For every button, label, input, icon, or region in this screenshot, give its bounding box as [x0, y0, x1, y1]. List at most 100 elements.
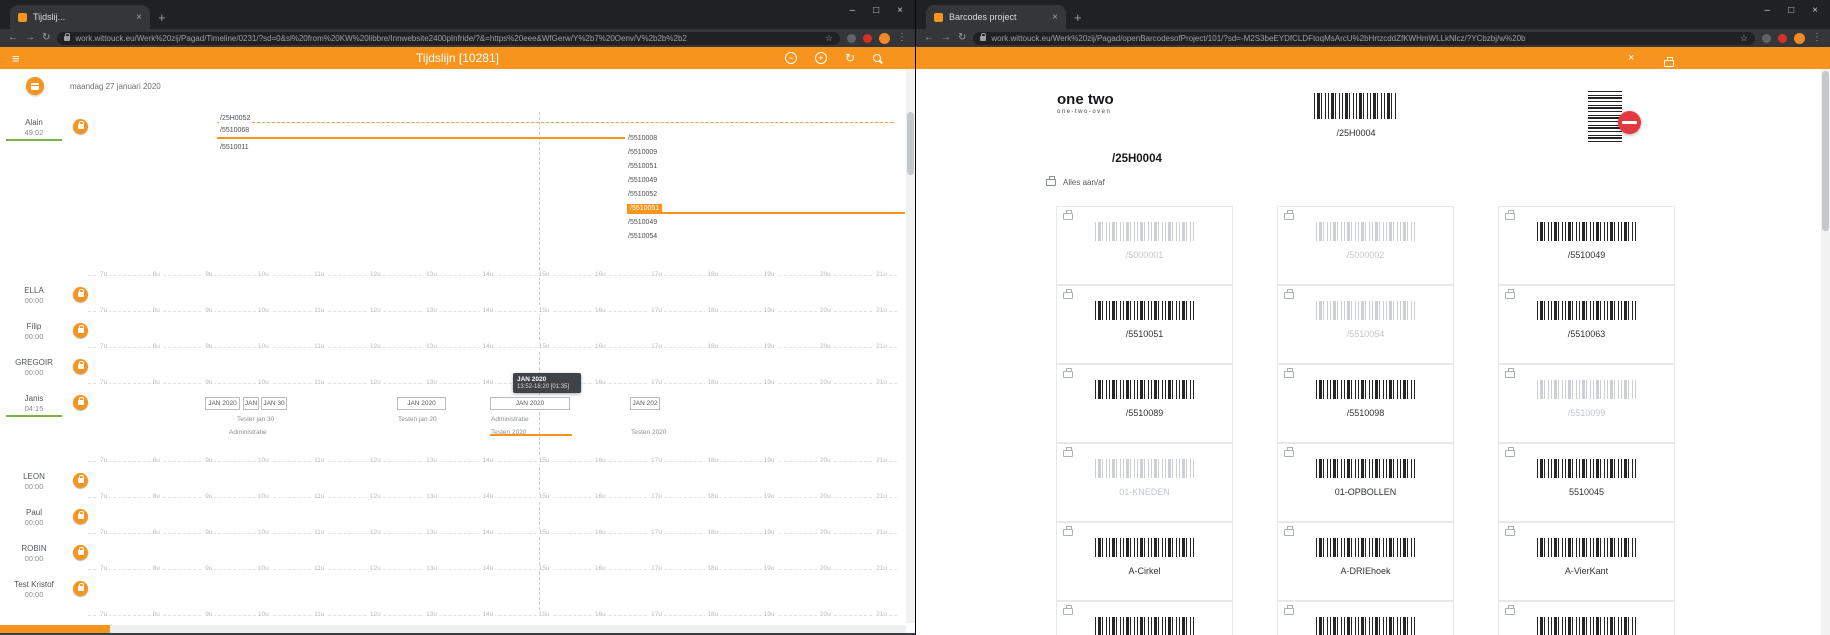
- task-box[interactable]: JAN 30: [261, 397, 287, 410]
- select-all-toggle[interactable]: Alles aan/af: [1046, 176, 1105, 187]
- barcode-card[interactable]: /5510089: [1056, 364, 1233, 443]
- back-button[interactable]: ←: [924, 33, 934, 43]
- hamburger-menu-icon[interactable]: ≡: [12, 52, 20, 65]
- printer-icon[interactable]: [1505, 447, 1515, 457]
- printer-icon[interactable]: [1505, 605, 1515, 615]
- printer-icon[interactable]: [1063, 447, 1073, 457]
- zoom-out-button[interactable]: −: [784, 52, 797, 64]
- scrollbar-thumb[interactable]: [1822, 71, 1829, 231]
- task-label[interactable]: /5510054: [627, 232, 659, 242]
- close-button[interactable]: ×: [897, 6, 903, 16]
- barcode-card[interactable]: /5510098: [1277, 364, 1454, 443]
- search-icon[interactable]: [873, 54, 881, 62]
- printer-icon[interactable]: [1063, 210, 1073, 220]
- printer-icon[interactable]: [1284, 447, 1294, 457]
- zoom-in-button[interactable]: +: [814, 52, 827, 64]
- task-box[interactable]: JAN 2020: [205, 397, 240, 410]
- printer-icon[interactable]: [1063, 605, 1073, 615]
- profile-avatar[interactable]: [1794, 32, 1805, 44]
- task-label[interactable]: /5510051: [627, 162, 659, 172]
- horizontal-scrollbar[interactable]: [0, 625, 906, 633]
- refresh-button[interactable]: ↻: [845, 52, 855, 64]
- bookmark-star-icon[interactable]: ☆: [825, 33, 833, 44]
- barcode-card[interactable]: /5000002: [1277, 206, 1454, 285]
- extension-icon[interactable]: [1762, 33, 1771, 43]
- barcode-card[interactable]: /5510049: [1498, 206, 1675, 285]
- extension-icon[interactable]: [847, 33, 856, 43]
- printer-icon[interactable]: [1505, 368, 1515, 378]
- printer-icon[interactable]: [1284, 289, 1294, 299]
- browser-tab[interactable]: Tijdslij... ×: [10, 5, 150, 29]
- minimize-button[interactable]: –: [850, 6, 856, 16]
- person-badge-button[interactable]: [73, 473, 88, 488]
- person-badge-button[interactable]: [73, 545, 88, 560]
- barcode-card[interactable]: /5510063: [1498, 285, 1675, 364]
- vertical-scrollbar[interactable]: [1821, 69, 1830, 635]
- barcode-card[interactable]: 5510045: [1498, 443, 1675, 522]
- task-box[interactable]: JAN 202: [630, 397, 660, 410]
- maximize-button[interactable]: □: [873, 6, 879, 16]
- scrollbar-thumb[interactable]: [907, 112, 914, 175]
- person-badge-button[interactable]: [73, 359, 88, 374]
- barcode-card[interactable]: [1056, 601, 1233, 635]
- printer-icon[interactable]: [1063, 289, 1073, 299]
- new-tab-button[interactable]: +: [158, 10, 166, 25]
- minimize-button[interactable]: –: [1765, 6, 1771, 16]
- stop-badge[interactable]: [1618, 111, 1641, 134]
- close-panel-icon[interactable]: ×: [1628, 52, 1634, 64]
- new-tab-button[interactable]: +: [1074, 10, 1082, 25]
- person-badge-button[interactable]: [73, 509, 88, 524]
- barcode-card[interactable]: /5000001: [1056, 206, 1233, 285]
- bookmark-star-icon[interactable]: ☆: [1740, 33, 1748, 44]
- printer-icon[interactable]: [1505, 526, 1515, 536]
- person-badge-button[interactable]: [73, 287, 88, 302]
- barcode-card[interactable]: A-VierKant: [1498, 522, 1675, 601]
- task-label[interactable]: /5510011: [219, 143, 250, 153]
- task-label[interactable]: /5510049: [627, 218, 659, 228]
- barcode-card[interactable]: [1498, 601, 1675, 635]
- scrollbar-thumb[interactable]: [0, 625, 110, 633]
- forward-button[interactable]: →: [941, 33, 951, 43]
- tab-close-icon[interactable]: ×: [1052, 12, 1058, 23]
- browser-menu-icon[interactable]: ⋮: [897, 33, 907, 43]
- barcode-card[interactable]: A-Cirkel: [1056, 522, 1233, 601]
- barcode-card[interactable]: /5510051: [1056, 285, 1233, 364]
- close-button[interactable]: ×: [1812, 6, 1818, 16]
- task-box[interactable]: JAN: [243, 397, 259, 410]
- printer-icon[interactable]: [1063, 526, 1073, 536]
- address-bar[interactable]: work.wittouck.eu/Werk%20zij/Pagad/Timeli…: [57, 31, 840, 45]
- task-label[interactable]: /5510068: [219, 126, 251, 136]
- printer-icon[interactable]: [1063, 368, 1073, 378]
- person-badge-button[interactable]: [73, 581, 88, 596]
- calendar-button[interactable]: [26, 77, 44, 95]
- address-bar[interactable]: work.wittouck.eu/Werk%20zij/Pagad/openBa…: [973, 31, 1755, 45]
- printer-icon[interactable]: [1284, 368, 1294, 378]
- task-box[interactable]: JAN 2020: [397, 397, 446, 410]
- profile-avatar[interactable]: [879, 32, 890, 44]
- vertical-scrollbar[interactable]: [906, 69, 915, 623]
- printer-icon[interactable]: [1505, 289, 1515, 299]
- task-label[interactable]: /5510052: [627, 190, 659, 200]
- barcode-card[interactable]: A-DRIEhoek: [1277, 522, 1454, 601]
- browser-menu-icon[interactable]: ⋮: [1812, 33, 1822, 43]
- barcode-card[interactable]: /5510099: [1498, 364, 1675, 443]
- barcode-card[interactable]: /5510054: [1277, 285, 1454, 364]
- back-button[interactable]: ←: [8, 33, 18, 43]
- browser-tab[interactable]: Barcodes project ×: [926, 5, 1066, 29]
- printer-icon[interactable]: [1284, 605, 1294, 615]
- extension-icon[interactable]: [863, 33, 872, 43]
- printer-icon[interactable]: [1284, 210, 1294, 220]
- task-label[interactable]: /5510049: [627, 176, 659, 186]
- printer-icon[interactable]: [1505, 210, 1515, 220]
- reload-button[interactable]: ↻: [42, 33, 50, 43]
- printer-icon[interactable]: [1284, 526, 1294, 536]
- forward-button[interactable]: →: [25, 33, 35, 43]
- task-label[interactable]: /5510008: [627, 134, 659, 144]
- maximize-button[interactable]: □: [1788, 6, 1794, 16]
- task-label[interactable]: /5510009: [627, 148, 659, 158]
- reload-button[interactable]: ↻: [958, 33, 966, 43]
- barcode-card[interactable]: 01-KNEDEN: [1056, 443, 1233, 522]
- barcode-card[interactable]: [1277, 601, 1454, 635]
- task-box[interactable]: JAN 2020: [490, 397, 570, 410]
- extension-icon[interactable]: [1778, 33, 1787, 43]
